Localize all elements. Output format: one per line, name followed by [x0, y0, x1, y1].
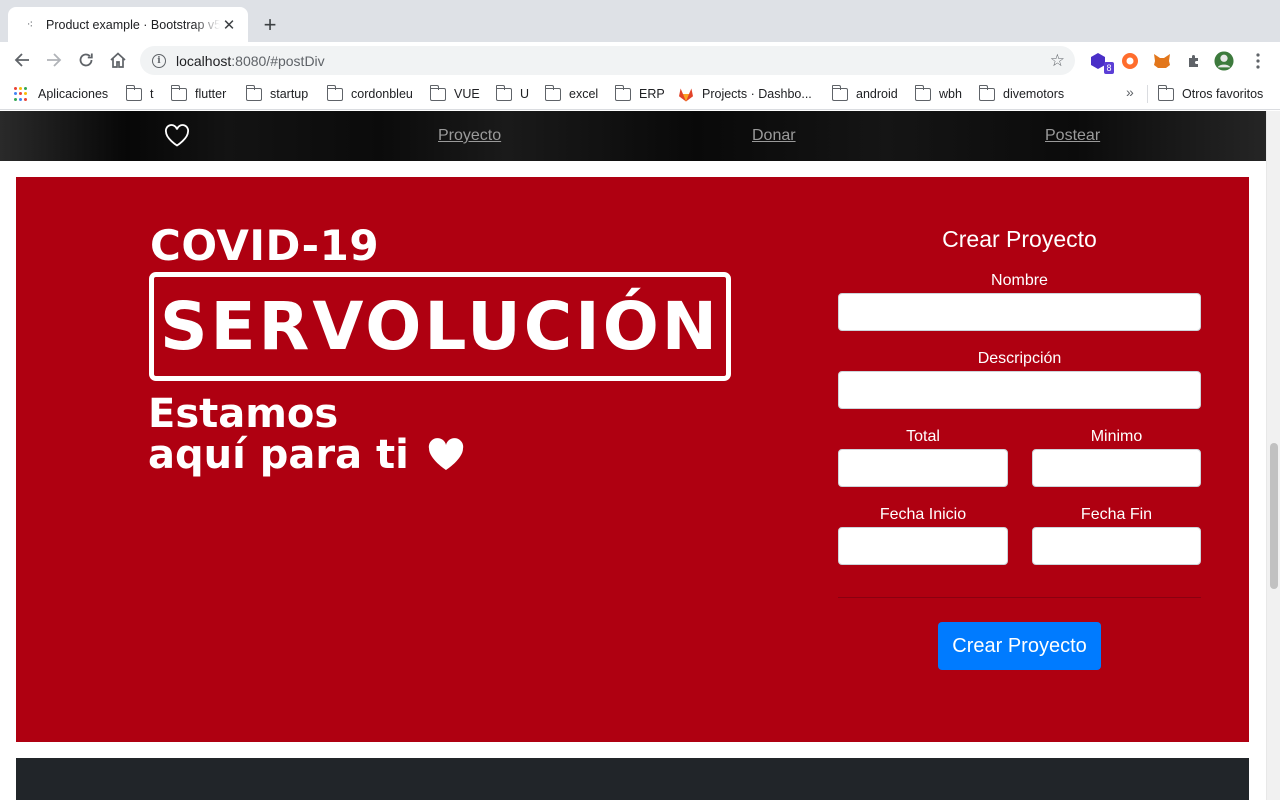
bookmark-folder[interactable]: ERP: [614, 84, 665, 103]
brand-logo-box: SERVOLUCIÓN: [149, 272, 731, 381]
minimo-input[interactable]: [1032, 449, 1201, 487]
extension-badge: 8: [1104, 62, 1114, 74]
close-tab-icon[interactable]: ✕: [220, 16, 238, 34]
nombre-input[interactable]: [838, 293, 1201, 331]
bookmark-star-icon[interactable]: ☆: [1050, 51, 1065, 71]
loading-favicon-icon: ⁖: [26, 19, 34, 31]
fecha-fin-input[interactable]: [1032, 527, 1201, 565]
forward-arrow-icon[interactable]: [42, 48, 66, 72]
bookmark-apps[interactable]: Aplicaciones: [14, 85, 108, 103]
home-icon[interactable]: [106, 48, 130, 72]
bookmark-folder[interactable]: excel: [544, 84, 598, 103]
extensions-puzzle-icon[interactable]: [1184, 51, 1204, 71]
page-viewport: Proyecto Donar Postear COVID-19 SERVOLUC…: [0, 111, 1266, 800]
crear-proyecto-button[interactable]: Crear Proyecto: [938, 622, 1101, 670]
extension-orange-icon[interactable]: [1120, 51, 1140, 71]
tab-title: Product example · Bootstrap v5: [46, 17, 220, 32]
bookmark-folder[interactable]: wbh: [914, 84, 962, 103]
heart-filled-icon: [428, 438, 464, 470]
site-navbar: Proyecto Donar Postear: [0, 111, 1266, 161]
folder-icon: [495, 84, 512, 101]
gitlab-icon: [679, 88, 693, 101]
form-title: Crear Proyecto: [942, 226, 1097, 252]
descripcion-input[interactable]: [838, 371, 1201, 409]
folder-icon: [1157, 84, 1174, 101]
browser-toolbar: i localhost:8080/#postDiv ☆: [0, 42, 1280, 78]
bookmark-folder[interactable]: startup: [245, 84, 308, 103]
bookmark-folder[interactable]: VUE: [429, 84, 480, 103]
fecha-fin-label: Fecha Fin: [1080, 506, 1153, 523]
total-label: Total: [906, 428, 940, 445]
tagline-line-2: aquí para ti: [148, 432, 465, 478]
hero-section: COVID-19 SERVOLUCIÓN Estamos aquí para t…: [16, 177, 1249, 742]
brand-name: SERVOLUCIÓN: [159, 288, 721, 365]
dark-section: [16, 758, 1249, 800]
nombre-label: Nombre: [991, 272, 1048, 289]
fecha-inicio-label: Fecha Inicio: [879, 506, 967, 523]
profile-avatar[interactable]: [1214, 51, 1234, 71]
total-input[interactable]: [838, 449, 1008, 487]
address-bar[interactable]: i localhost:8080/#postDiv ☆: [140, 46, 1075, 75]
bookmark-other-favorites[interactable]: Otros favoritos: [1157, 84, 1263, 103]
tagline-text: aquí para ti: [148, 432, 409, 478]
folder-icon: [326, 84, 343, 101]
bookmarks-bar: Aplicaciones t flutter startup cordonble…: [0, 78, 1280, 110]
nav-link-donar[interactable]: Donar: [752, 127, 796, 145]
fecha-inicio-input[interactable]: [838, 527, 1008, 565]
covid-heading: COVID-19: [150, 221, 380, 270]
bookmark-folder[interactable]: cordonbleu: [326, 84, 413, 103]
bookmark-folder[interactable]: U: [495, 84, 529, 103]
url-text: localhost:8080/#postDiv: [176, 52, 325, 69]
folder-icon: [914, 84, 931, 101]
minimo-label: Minimo: [1090, 428, 1143, 445]
heart-outline-icon[interactable]: [164, 124, 190, 148]
new-tab-button[interactable]: +: [258, 12, 282, 37]
reload-icon[interactable]: [74, 48, 98, 72]
bookmark-folder[interactable]: t: [125, 84, 153, 103]
folder-icon: [170, 84, 187, 101]
bookmark-folder[interactable]: divemotors: [978, 84, 1064, 103]
tab-strip: ⁖ Product example · Bootstrap v5 ✕ +: [0, 0, 1280, 42]
back-arrow-icon[interactable]: [10, 48, 34, 72]
chrome-menu-icon[interactable]: [1248, 51, 1268, 71]
metamask-fox-icon[interactable]: [1152, 51, 1172, 71]
nav-link-postear[interactable]: Postear: [1045, 127, 1100, 145]
site-info-icon[interactable]: i: [152, 53, 166, 68]
folder-icon: [429, 84, 446, 101]
bookmark-gitlab[interactable]: Projects · Dashbo...: [678, 85, 812, 103]
folder-icon: [614, 84, 631, 101]
form-divider: [838, 597, 1201, 598]
bookmarks-divider: [1147, 85, 1148, 103]
nav-link-proyecto[interactable]: Proyecto: [438, 127, 501, 145]
browser-tab[interactable]: ⁖ Product example · Bootstrap v5 ✕: [8, 7, 248, 42]
folder-icon: [245, 84, 262, 101]
bookmarks-overflow-icon[interactable]: »: [1126, 84, 1134, 100]
apps-grid-icon: [14, 87, 28, 101]
folder-icon: [544, 84, 561, 101]
folder-icon: [831, 84, 848, 101]
folder-icon: [978, 84, 995, 101]
bookmark-folder[interactable]: flutter: [170, 84, 226, 103]
descripcion-label: Descripción: [977, 350, 1062, 367]
tagline-line-1: Estamos: [148, 391, 339, 437]
page-scrollbar[interactable]: [1266, 111, 1280, 800]
scrollbar-thumb[interactable]: [1270, 443, 1278, 589]
folder-icon: [125, 84, 142, 101]
bookmark-folder[interactable]: android: [831, 84, 898, 103]
